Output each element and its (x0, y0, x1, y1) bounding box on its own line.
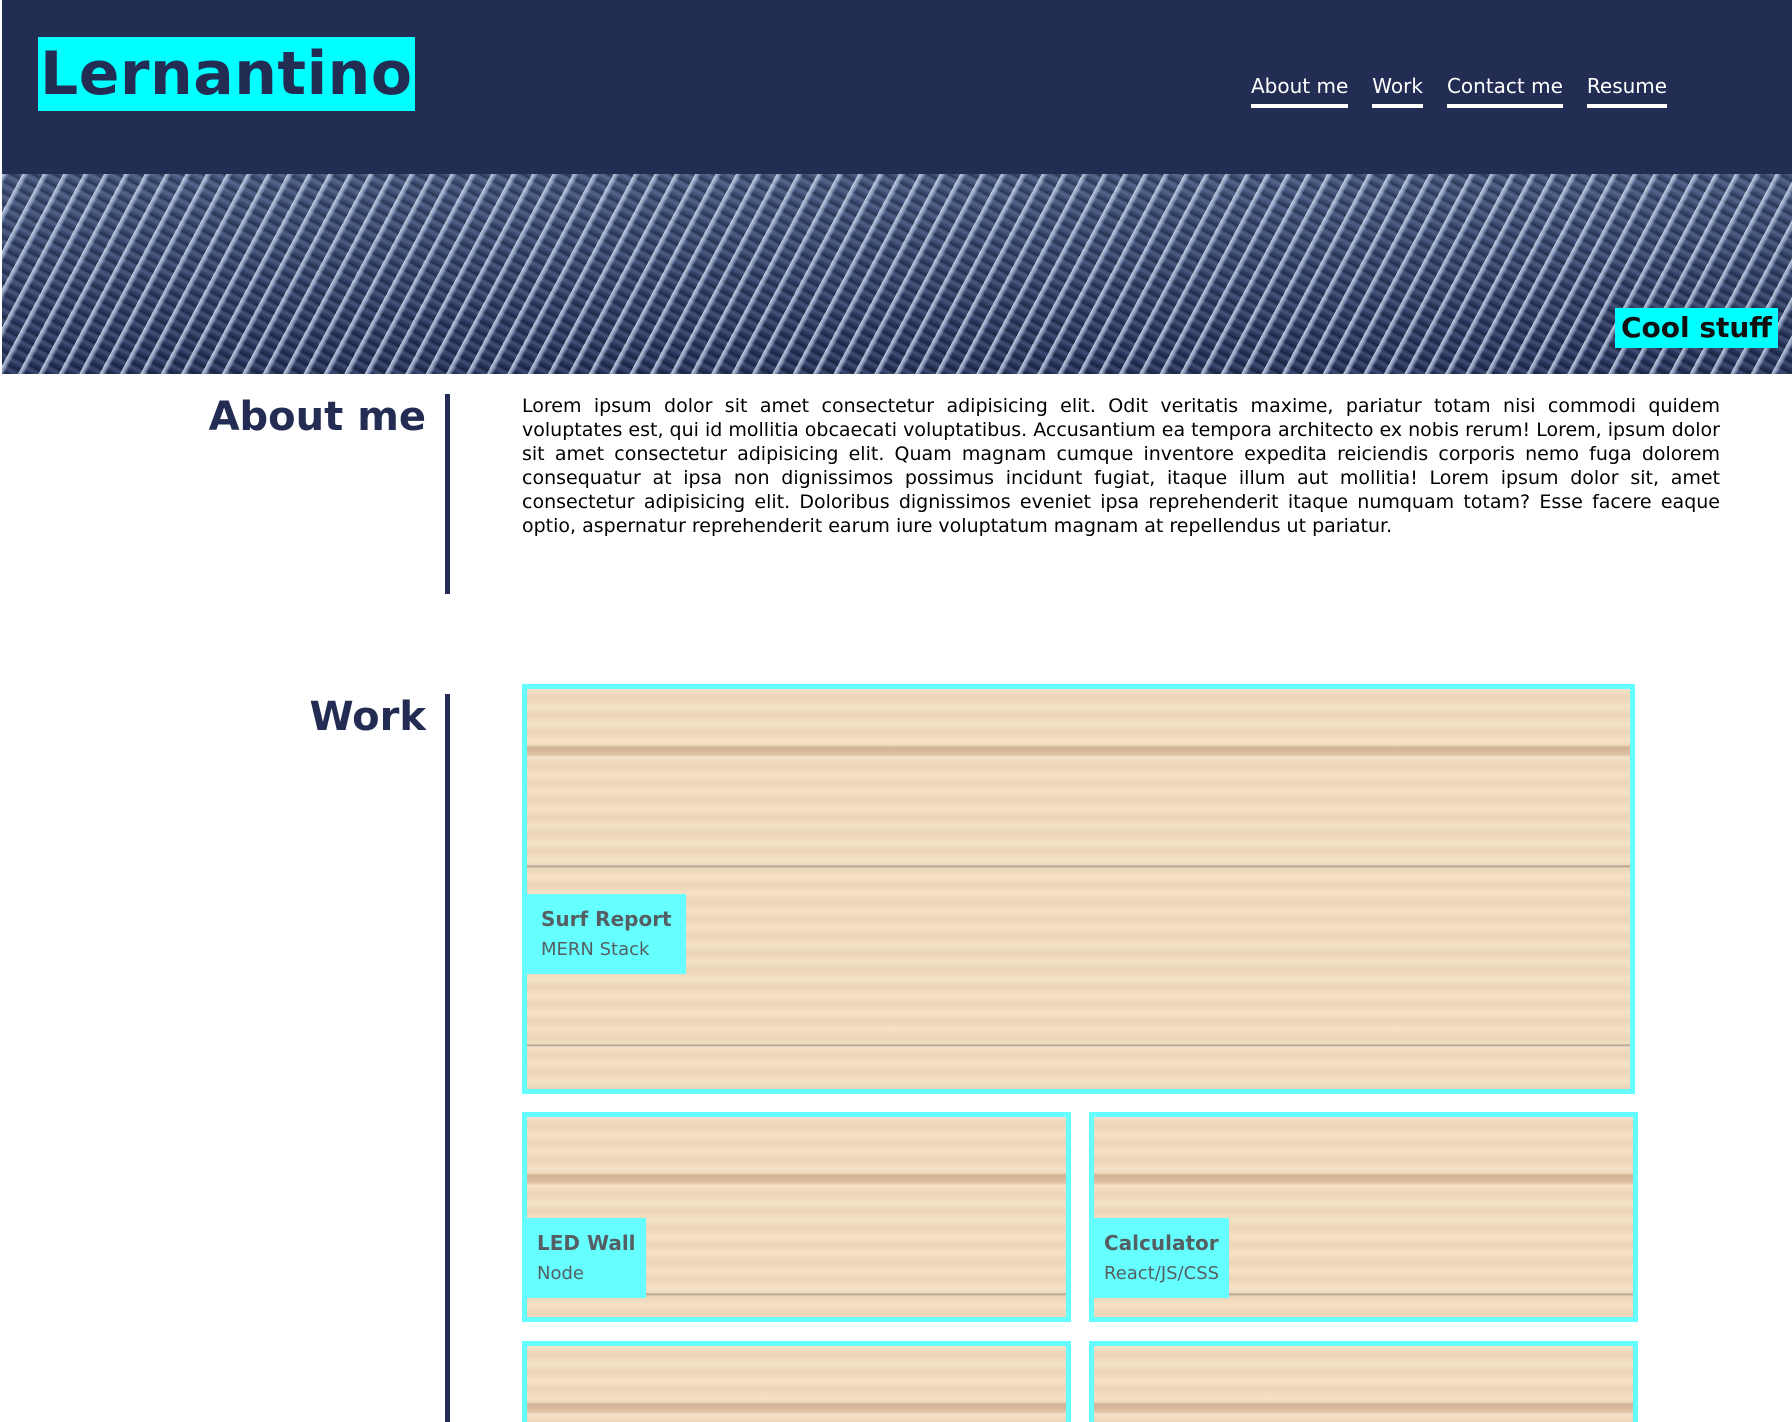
hero-banner: Cool stuff (2, 174, 1792, 374)
about-body: Lorem ipsum dolor sit amet consectetur a… (522, 395, 1720, 537)
project-label: LED Wall Node (527, 1218, 646, 1298)
project-stack: React/JS/CSS (1104, 1263, 1220, 1284)
project-card-surf-report[interactable]: Surf Report MERN Stack (522, 684, 1635, 1094)
project-card[interactable] (522, 1341, 1071, 1422)
project-title: LED Wall (537, 1231, 636, 1255)
project-card-led-wall[interactable]: LED Wall Node (522, 1112, 1071, 1322)
page: Lernantino About me Work Contact me Resu… (0, 0, 1792, 1422)
project-card-calculator[interactable]: Calculator React/JS/CSS (1089, 1112, 1638, 1322)
site-header: Lernantino About me Work Contact me Resu… (2, 0, 1792, 174)
project-title: Calculator (1104, 1231, 1219, 1255)
about-divider (445, 394, 450, 594)
nav-link-resume[interactable]: Resume (1586, 72, 1668, 108)
nav-link-about-me[interactable]: About me (1251, 72, 1349, 108)
project-card[interactable] (1089, 1341, 1638, 1422)
site-logo[interactable]: Lernantino (38, 37, 415, 111)
main-nav: About me Work Contact me Resume (1251, 72, 1668, 108)
work-divider (445, 694, 450, 1422)
project-label: Surf Report MERN Stack (527, 894, 686, 974)
nav-link-contact-me[interactable]: Contact me (1446, 72, 1563, 108)
nav-link-work[interactable]: Work (1372, 72, 1423, 108)
project-stack: MERN Stack (541, 939, 650, 960)
hero-tag: Cool stuff (1614, 308, 1778, 348)
project-label: Calculator React/JS/CSS (1094, 1218, 1230, 1298)
project-title: Surf Report (541, 907, 672, 931)
work-title: Work (309, 694, 426, 740)
about-title: About me (208, 394, 426, 440)
project-stack: Node (537, 1263, 584, 1284)
